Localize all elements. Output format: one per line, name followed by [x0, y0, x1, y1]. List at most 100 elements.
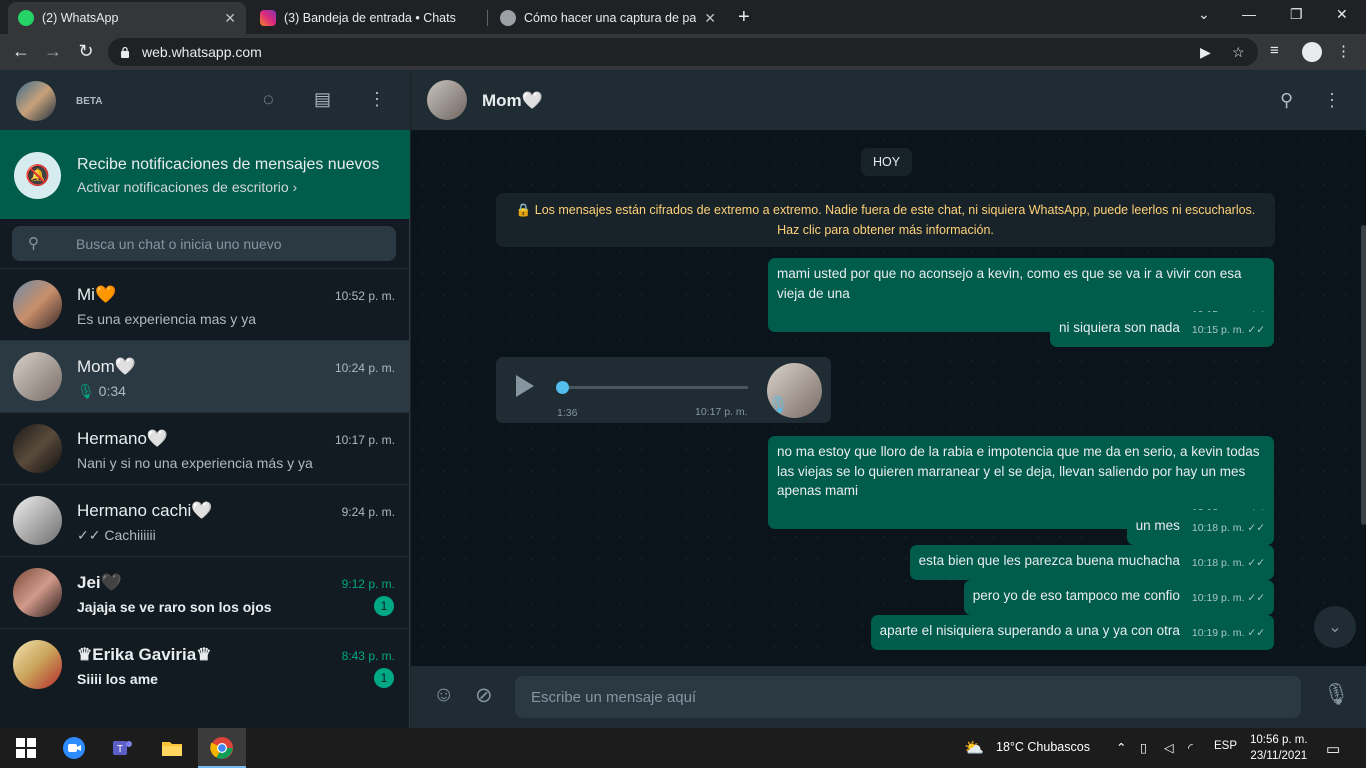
chat-time: 10:24 p. m.: [334, 361, 395, 375]
avatar: [13, 280, 62, 329]
chat-preview: 🎙 0:34: [77, 383, 126, 400]
message-text: mami usted por que no aconsejo a kevin, …: [777, 266, 1242, 301]
chat-item-hermano-cachi[interactable]: Hermano cachi🤍 ✓✓ Cachiiiiii 9:24 p. m.: [0, 484, 410, 556]
close-tab-icon[interactable]: ✕: [704, 10, 716, 27]
chevron-up-icon[interactable]: ⌃: [1116, 740, 1126, 755]
conversation-panel: Mom🤍 ⚲ ⋮ HOY 🔒 Los mensajes están cifrad…: [411, 70, 1366, 728]
browser-tab-bar: (2) WhatsApp ✕ (3) Bandeja de entrada • …: [0, 0, 1366, 34]
beta-label: BETA: [76, 96, 103, 107]
weather-text[interactable]: 18°C Chubascos: [996, 740, 1090, 754]
menu-icon[interactable]: ⋮: [1323, 90, 1341, 111]
scrollbar[interactable]: [1361, 225, 1366, 525]
notification-banner[interactable]: 🔕 Recibe notificaciones de mensajes nuev…: [0, 130, 410, 219]
message-bubble[interactable]: aparte el nisiquiera superando a una y y…: [870, 615, 1274, 650]
weather-icon[interactable]: ⛅: [964, 738, 984, 758]
tab-search-icon[interactable]: ⌄: [1198, 6, 1210, 23]
voice-progress-track[interactable]: [562, 386, 748, 389]
my-profile-avatar[interactable]: [16, 81, 56, 121]
address-bar[interactable]: web.whatsapp.com ▶ ☆: [108, 38, 1258, 66]
minimize-button[interactable]: —: [1242, 6, 1256, 22]
chat-item-mom[interactable]: Mom🤍 🎙 0:34 10:24 p. m.: [0, 340, 410, 412]
windows-start-icon[interactable]: [14, 736, 38, 760]
message-area: HOY 🔒 Los mensajes están cifrados de ext…: [411, 130, 1366, 666]
browser-toolbar: ← → ↻ web.whatsapp.com ▶ ☆ ≡ ⋮: [0, 34, 1366, 70]
message-bubble[interactable]: ni siquiera son nada 10:15 p. m. ✓✓: [1050, 312, 1274, 347]
clock-time: 10:56 p. m.: [1250, 734, 1308, 746]
message-meta: 10:18 p. m.✓✓: [1192, 554, 1265, 574]
conversation-header[interactable]: Mom🤍 ⚲ ⋮: [411, 70, 1366, 130]
chrome-icon[interactable]: [210, 736, 234, 760]
lock-icon: [121, 46, 129, 58]
reading-list-icon[interactable]: ≡: [1270, 42, 1279, 59]
teams-icon[interactable]: T: [110, 736, 134, 760]
close-window-button[interactable]: ✕: [1336, 6, 1348, 23]
tab-instagram[interactable]: (3) Bandeja de entrada • Chats: [250, 2, 486, 34]
message-bubble[interactable]: pero yo de eso tampoco me confio 10:19 p…: [963, 580, 1274, 615]
menu-icon[interactable]: ⋮: [368, 89, 386, 110]
tab-title: (3) Bandeja de entrada • Chats: [284, 11, 456, 25]
forward-button[interactable]: →: [42, 41, 64, 62]
chat-name: ♛Erika Gaviria♛: [77, 645, 212, 664]
volume-icon[interactable]: ◁: [1164, 740, 1174, 755]
battery-icon[interactable]: ▯: [1140, 740, 1147, 755]
microphone-icon[interactable]: 🎙: [1323, 683, 1350, 707]
chat-name: Jei🖤: [77, 573, 122, 592]
encryption-notice[interactable]: 🔒 Los mensajes están cifrados de extremo…: [496, 193, 1275, 247]
bell-off-icon: 🔕: [14, 152, 61, 199]
double-check-icon: ✓✓: [1247, 592, 1265, 604]
camera-icon[interactable]: ▶: [1200, 44, 1211, 61]
search-icon[interactable]: ⚲: [1280, 90, 1293, 111]
message-meta: 10:15 p. m.✓✓: [1192, 321, 1265, 341]
new-tab-button[interactable]: +: [738, 6, 750, 29]
message-time: 10:17 p. m.: [695, 406, 748, 418]
file-explorer-icon[interactable]: [160, 736, 184, 760]
chat-item-jei[interactable]: Jei🖤 Jajaja se ve raro son los ojos 9:12…: [0, 556, 410, 628]
notification-title: Recibe notificaciones de mensajes nuevos: [77, 156, 380, 173]
whatsapp-icon: [18, 10, 34, 26]
chat-time: 9:12 p. m.: [341, 577, 395, 591]
back-button[interactable]: ←: [10, 41, 32, 62]
new-chat-icon[interactable]: ▤: [314, 89, 331, 110]
status-icon[interactable]: ◌: [263, 89, 274, 110]
wifi-icon[interactable]: ◜: [1188, 740, 1193, 755]
close-tab-icon[interactable]: ✕: [224, 10, 236, 27]
zoom-icon[interactable]: [62, 736, 86, 760]
search-input[interactable]: [76, 226, 386, 261]
message-bubble[interactable]: un mes 10:18 p. m. ✓✓: [1126, 510, 1274, 545]
double-check-icon: ✓✓: [1247, 557, 1265, 569]
tab-captura[interactable]: Cómo hacer una captura de pant ✕: [490, 2, 726, 34]
profile-avatar[interactable]: [1302, 42, 1322, 62]
chat-item-erika[interactable]: ♛Erika Gaviria♛ Siiii los ame 8:43 p. m.…: [0, 628, 410, 700]
bookmark-star-icon[interactable]: ☆: [1232, 44, 1245, 61]
chat-preview: Jajaja se ve raro son los ojos: [77, 599, 272, 615]
maximize-button[interactable]: ❐: [1290, 6, 1303, 23]
reload-button[interactable]: ↻: [75, 41, 97, 62]
language-indicator[interactable]: ESP: [1214, 740, 1237, 752]
contact-avatar[interactable]: [427, 80, 467, 120]
chat-item-hermano[interactable]: Hermano🤍 Nani y si no una experiencia má…: [0, 412, 410, 484]
chat-time: 10:52 p. m.: [334, 289, 395, 303]
message-time: 10:18 p. m.: [1191, 557, 1245, 569]
system-clock[interactable]: 10:56 p. m. 23/11/2021: [1250, 732, 1308, 764]
unread-badge: 1: [374, 596, 394, 616]
message-input-box: [515, 676, 1301, 718]
emoji-icon[interactable]: ☺: [433, 683, 454, 707]
attach-icon[interactable]: ⊘: [475, 683, 493, 708]
message-bubble[interactable]: esta bien que les parezca buena muchacha…: [909, 545, 1274, 580]
play-icon[interactable]: [516, 375, 534, 397]
day-divider: HOY: [861, 148, 913, 176]
chat-name: Mom🤍: [77, 357, 136, 376]
avatar: [13, 568, 62, 617]
message-input[interactable]: [515, 676, 1301, 718]
chat-item-mi[interactable]: Mi🧡 Es una experiencia mas y ya 10:52 p.…: [0, 268, 410, 340]
search-icon: ⚲: [28, 235, 39, 252]
voice-progress-handle[interactable]: [556, 381, 569, 394]
sidebar-header: BETA ◌ ▤ ⋮: [0, 70, 410, 130]
message-text: esta bien que les parezca buena muchacha: [918, 553, 1180, 568]
message-text: ni siquiera son nada: [1059, 320, 1180, 335]
scroll-to-bottom-button[interactable]: ⌄: [1314, 606, 1356, 648]
enable-notifications-link[interactable]: Activar notificaciones de escritorio ›: [77, 179, 297, 195]
notification-center-icon[interactable]: ▭: [1326, 740, 1340, 758]
browser-menu-icon[interactable]: ⋮: [1336, 42, 1351, 60]
tab-whatsapp[interactable]: (2) WhatsApp ✕: [8, 2, 246, 34]
